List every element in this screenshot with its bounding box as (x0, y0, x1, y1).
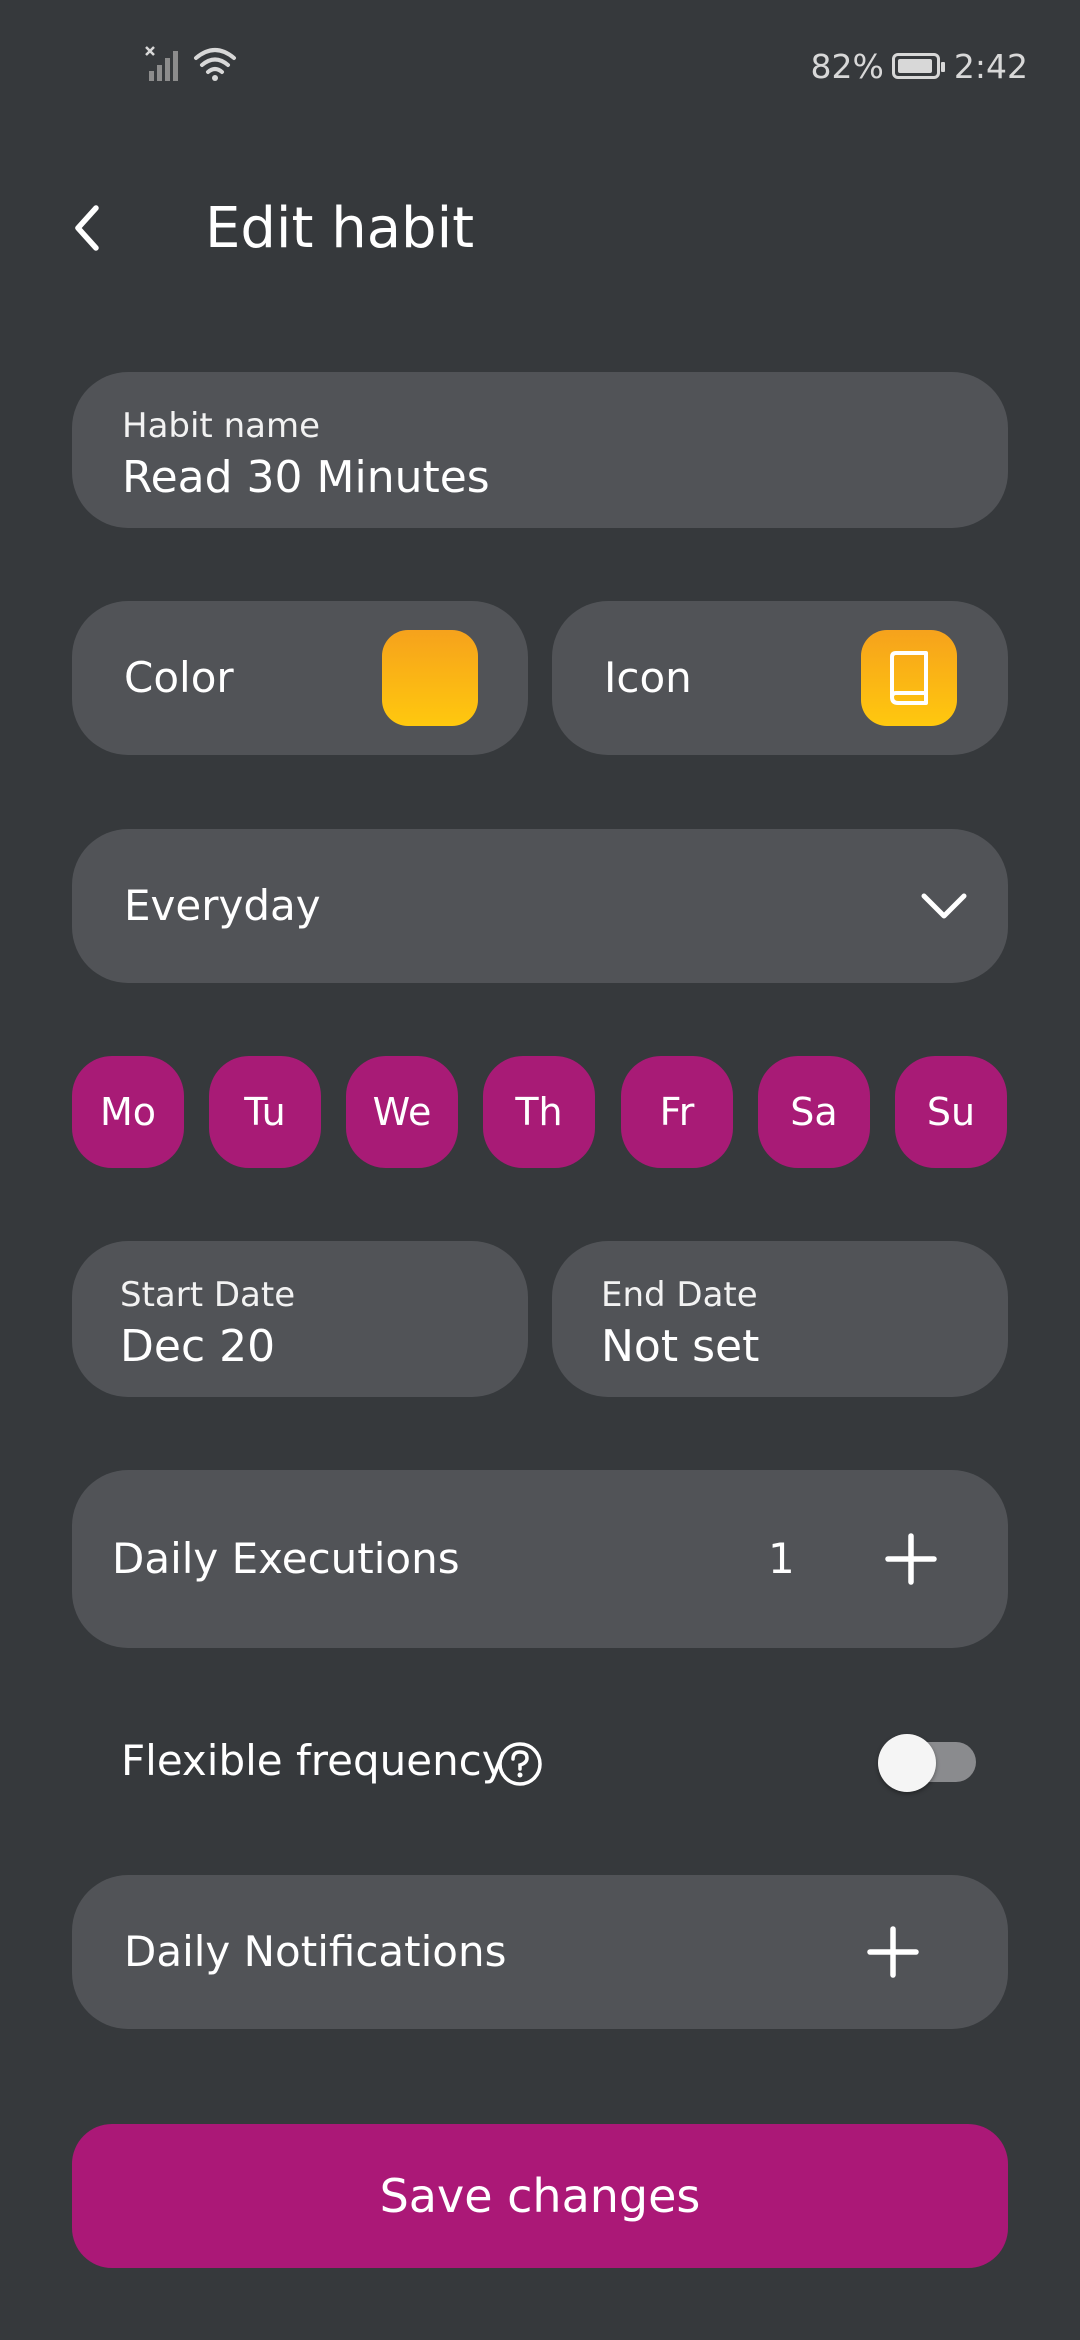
day-we[interactable]: We (346, 1056, 458, 1168)
daily-executions-label: Daily Executions (112, 1534, 460, 1583)
end-date-label: End Date (601, 1275, 758, 1315)
frequency-dropdown[interactable]: Everyday (72, 829, 1008, 983)
color-swatch (382, 630, 478, 726)
book-icon (890, 651, 928, 705)
increment-executions-button[interactable] (868, 1516, 954, 1602)
back-button[interactable] (60, 200, 116, 256)
habit-name-label: Habit name (122, 406, 320, 446)
daily-executions-row: Daily Executions 1 (72, 1470, 1008, 1648)
signal-icon (145, 46, 178, 81)
icon-label: Icon (604, 653, 692, 702)
icon-picker[interactable]: Icon (552, 601, 1008, 755)
day-mo[interactable]: Mo (72, 1056, 184, 1168)
color-picker[interactable]: Color (72, 601, 528, 755)
chevron-down-icon (921, 893, 967, 919)
status-time: 2:42 (953, 46, 1028, 86)
toggle-knob (878, 1734, 936, 1792)
start-date-field[interactable]: Start Date Dec 20 (72, 1241, 528, 1397)
save-changes-button[interactable]: Save changes (72, 2124, 1008, 2268)
day-th[interactable]: Th (483, 1056, 595, 1168)
daily-executions-count: 1 (768, 1534, 795, 1583)
habit-name-field[interactable]: Habit name Read 30 Minutes (72, 372, 1008, 528)
end-date-field[interactable]: End Date Not set (552, 1241, 1008, 1397)
add-notification-button[interactable] (850, 1909, 936, 1995)
help-icon (498, 1742, 542, 1786)
habit-name-value: Read 30 Minutes (122, 452, 490, 503)
start-date-value: Dec 20 (120, 1321, 276, 1372)
status-bar-left (145, 42, 237, 86)
start-date-label: Start Date (120, 1275, 296, 1315)
frequency-selected: Everyday (124, 881, 321, 930)
day-su[interactable]: Su (895, 1056, 1007, 1168)
help-button[interactable] (496, 1740, 544, 1788)
page-title: Edit habit (205, 196, 475, 261)
battery-icon (891, 53, 945, 79)
plus-icon (885, 1533, 937, 1585)
day-fr[interactable]: Fr (621, 1056, 733, 1168)
end-date-value: Not set (601, 1321, 760, 1372)
color-label: Color (124, 653, 234, 702)
daily-notifications-label: Daily Notifications (124, 1927, 507, 1976)
chevron-left-icon (75, 205, 99, 251)
wifi-icon (194, 48, 236, 81)
battery-percent: 82% (810, 46, 884, 86)
day-tu[interactable]: Tu (209, 1056, 321, 1168)
icon-swatch (861, 630, 957, 726)
day-sa[interactable]: Sa (758, 1056, 870, 1168)
flexible-frequency-label: Flexible frequency (121, 1736, 507, 1785)
plus-icon (867, 1926, 919, 1978)
status-bar-right: 82% 2:42 (811, 44, 1028, 88)
daily-notifications-row: Daily Notifications (72, 1875, 1008, 2029)
